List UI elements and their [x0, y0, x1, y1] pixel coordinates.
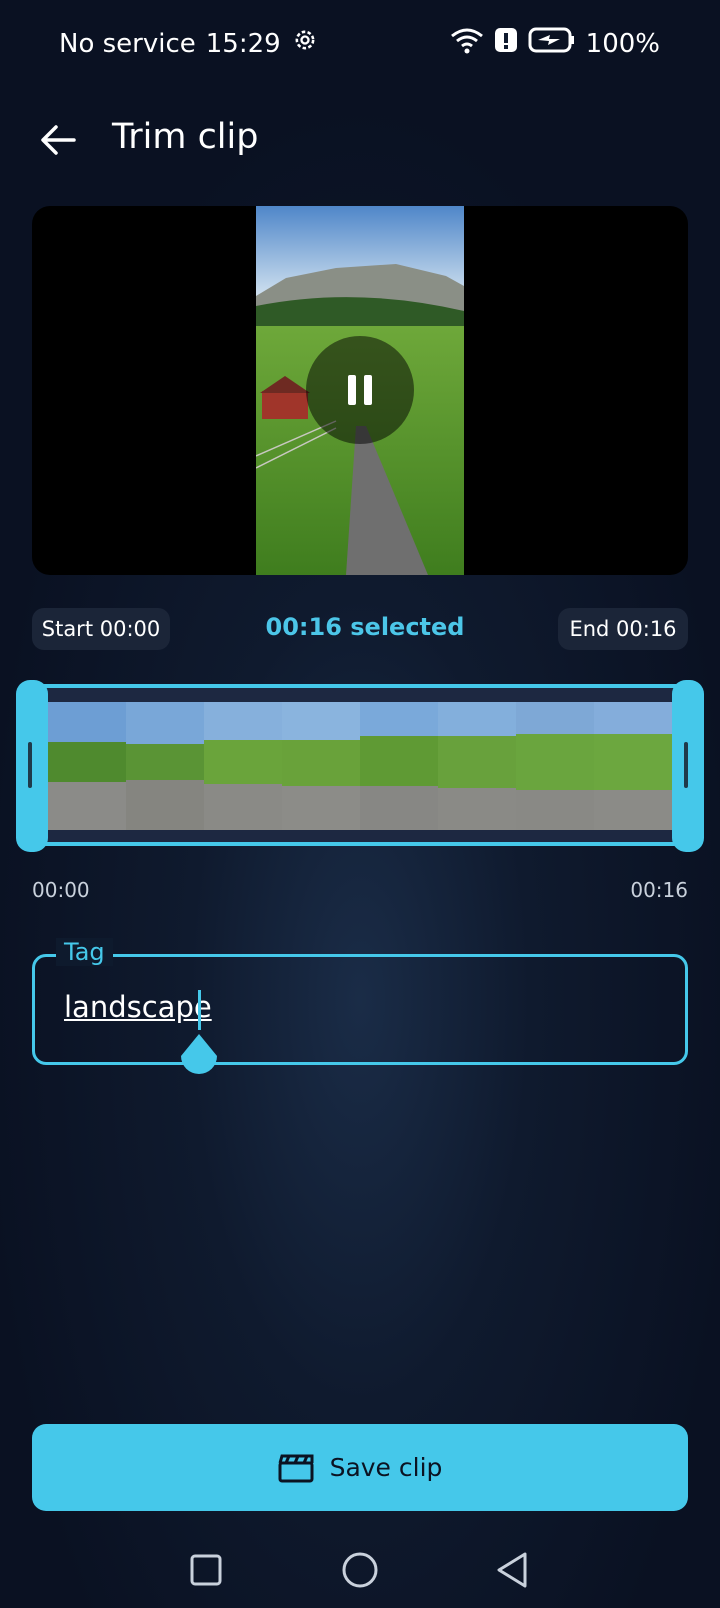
triangle-back-icon [497, 1552, 527, 1588]
trim-end-handle[interactable] [672, 680, 704, 852]
tag-input-value[interactable]: landscape [64, 990, 212, 1024]
save-clip-button[interactable]: Save clip [32, 1424, 688, 1511]
back-nav-button[interactable] [490, 1548, 534, 1592]
trim-start-handle[interactable] [16, 680, 48, 852]
filmstrip-frame [594, 702, 672, 830]
filmstrip-frame [204, 702, 282, 830]
filmstrip [48, 702, 672, 830]
home-button[interactable] [338, 1548, 382, 1592]
pause-button[interactable] [306, 336, 414, 444]
selected-duration: 00:16 selected [265, 613, 465, 641]
filmstrip-frame [438, 702, 516, 830]
clapperboard-icon [278, 1454, 314, 1482]
filmstrip-frame [48, 702, 126, 830]
battery-charging-icon [528, 26, 576, 61]
page-title: Trim clip [112, 117, 259, 157]
handle-grip [684, 742, 688, 788]
carrier-text: No service [59, 28, 196, 59]
status-bar-right: 100% [450, 26, 660, 61]
circle-icon [342, 1552, 378, 1588]
battery-percent: 100% [585, 28, 660, 59]
pause-icon [348, 375, 372, 405]
filmstrip-frame [126, 702, 204, 830]
square-icon [190, 1554, 222, 1586]
alert-icon [494, 26, 518, 61]
clock: 15:29 [205, 28, 281, 59]
text-cursor [198, 990, 201, 1030]
start-time-chip[interactable]: Start 00:00 [32, 608, 170, 650]
wifi-icon [450, 26, 484, 61]
filmstrip-frame [516, 702, 594, 830]
tag-field-label: Tag [56, 938, 113, 966]
end-time-chip[interactable]: End 00:16 [558, 608, 688, 650]
back-arrow-icon[interactable] [34, 116, 82, 164]
filmstrip-frame [282, 702, 360, 830]
timeline-end-time: 00:16 [630, 878, 688, 902]
timeline-start-time: 00:00 [32, 878, 90, 902]
text-cursor-handle[interactable] [179, 1034, 219, 1078]
filmstrip-frame [360, 702, 438, 830]
save-clip-label: Save clip [329, 1453, 443, 1482]
handle-grip [28, 742, 32, 788]
recents-button[interactable] [184, 1548, 228, 1592]
status-bar-left: No service 15:29 [59, 26, 319, 61]
settings-gear-icon [291, 26, 319, 61]
